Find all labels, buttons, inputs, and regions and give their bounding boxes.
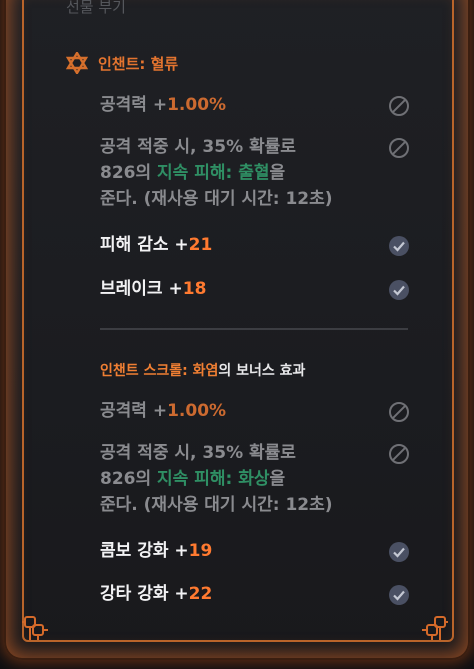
- section-header-enchant: 인챈트: 혈류: [66, 52, 178, 74]
- stat-value: 1.00%: [167, 95, 227, 115]
- stat-line-break: 브레이크 +18: [100, 276, 206, 302]
- blocked-circle-icon: [389, 402, 409, 422]
- star-of-david-icon: [66, 52, 88, 74]
- stat-value: 21: [188, 235, 213, 255]
- stat-line-combo: 콤보 강화 +19: [100, 538, 212, 564]
- effect-line-bleed: 공격 적중 시, 35% 확률로 826의 지속 피해: 출혈을 준다. (재사…: [100, 134, 333, 212]
- checkmark-circle-icon: [389, 236, 409, 256]
- scroll-title-suffix: 의 보너스 효과: [218, 363, 306, 379]
- effect-name: 지속 피해: 출혈: [157, 163, 270, 183]
- stat-value: 1.00%: [167, 401, 227, 421]
- effect-text-2c: 을: [269, 163, 286, 183]
- stat-line-attack-2: 공격력 +1.00%: [100, 398, 226, 424]
- checkmark-circle-icon: [389, 585, 409, 605]
- checkmark-circle-icon: [389, 542, 409, 562]
- scroll-title-prefix: 인챈트 스크롤:: [100, 363, 193, 379]
- section-divider: [100, 328, 408, 330]
- stat-label: 공격력 +: [100, 95, 168, 115]
- checkmark-circle-icon: [389, 280, 409, 300]
- corner-knot-ornament: [422, 616, 448, 640]
- effect-text-1: 공격 적중 시, 35% 확률로: [100, 443, 296, 463]
- stat-label: 콤보 강화 +: [100, 541, 189, 561]
- stat-label: 브레이크 +: [100, 279, 183, 299]
- scroll-title-name: 화염: [192, 363, 219, 379]
- section-header-scroll-bonus: 인챈트 스크롤: 화염의 보너스 효과: [100, 360, 305, 380]
- stat-label: 피해 감소 +: [100, 235, 189, 255]
- effect-name: 지속 피해: 화상: [157, 469, 270, 489]
- stat-line-attack: 공격력 +1.00%: [100, 92, 226, 118]
- stat-line-damage-reduction: 피해 감소 +21: [100, 232, 212, 258]
- stat-label: 강타 강화 +: [100, 584, 189, 604]
- cut-off-heading: 선물 부기: [66, 0, 126, 16]
- stat-value: 19: [188, 541, 213, 561]
- effect-text-3: 준다. (재사용 대기 시간: 12초): [100, 495, 333, 515]
- blocked-circle-icon: [389, 96, 409, 116]
- effect-line-burn: 공격 적중 시, 35% 확률로 826의 지속 피해: 화상을 준다. (재사…: [100, 440, 333, 518]
- effect-text-2c: 을: [269, 469, 286, 489]
- corner-knot-ornament: [22, 616, 48, 640]
- blocked-circle-icon: [389, 138, 409, 158]
- effect-text-3: 준다. (재사용 대기 시간: 12초): [100, 189, 333, 209]
- effect-text-2a: 826의: [100, 163, 158, 183]
- stat-line-smash: 강타 강화 +22: [100, 581, 212, 607]
- stat-value: 18: [182, 279, 207, 299]
- stat-value: 22: [188, 584, 213, 604]
- enchant-title: 인챈트: 혈류: [98, 54, 179, 73]
- effect-text-2a: 826의: [100, 469, 158, 489]
- blocked-circle-icon: [389, 444, 409, 464]
- effect-text-1: 공격 적중 시, 35% 확률로: [100, 137, 296, 157]
- stat-label: 공격력 +: [100, 401, 168, 421]
